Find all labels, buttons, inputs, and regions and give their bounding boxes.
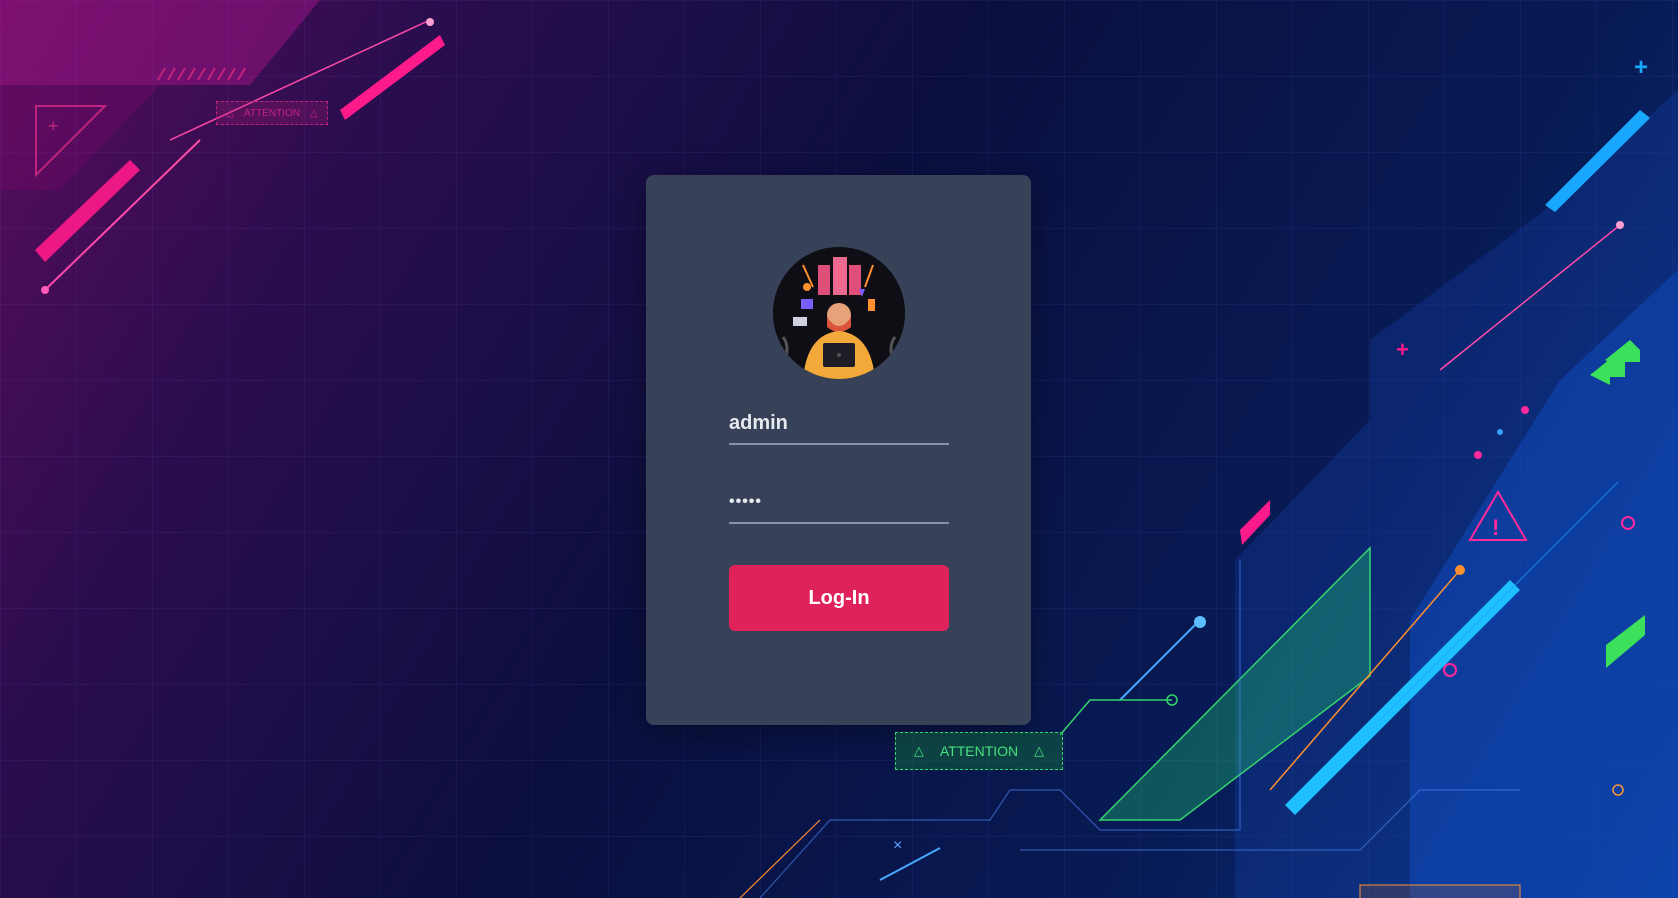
attention-small-badge: △ ATTENTION △ [216,101,328,125]
svg-text:+: + [1634,54,1648,81]
login-card: Log-In [646,175,1031,725]
warning-triangle-icon: △ [309,107,318,119]
svg-text:+: + [48,116,59,136]
svg-text:+: + [1396,337,1409,362]
username-input[interactable] [729,403,949,445]
password-input[interactable] [729,482,949,524]
login-button[interactable]: Log-In [729,565,949,631]
attention-badge: △ ATTENTION △ [895,732,1063,770]
warning-triangle-icon: △ [913,743,924,758]
warning-triangle-icon: △ [1034,743,1045,758]
hacker-avatar-icon [773,247,905,379]
attention-label: ATTENTION [939,743,1019,759]
warning-triangle-icon: △ [226,107,235,119]
attention-small-label: ATTENTION [244,107,300,119]
svg-text:!: ! [1492,515,1499,540]
svg-text:×: × [893,837,902,854]
